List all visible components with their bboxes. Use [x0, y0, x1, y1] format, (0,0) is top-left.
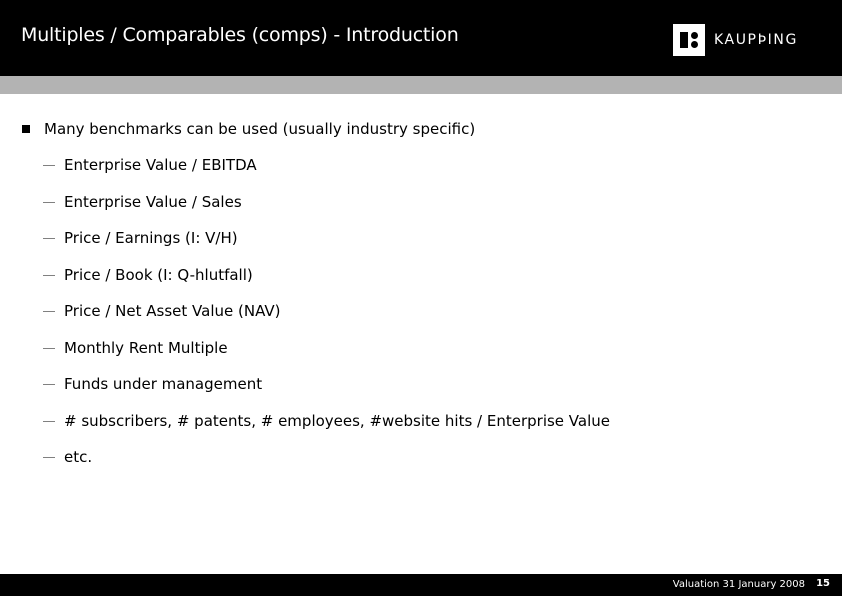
sub-bullet-item: Price / Net Asset Value (NAV) [43, 302, 281, 320]
square-bullet-icon [22, 125, 30, 133]
sub-bullet-text: Monthly Rent Multiple [64, 339, 228, 357]
dash-bullet-icon [43, 237, 55, 239]
dash-bullet-icon [43, 164, 55, 166]
page-number: 15 [816, 578, 830, 589]
sub-bullet-text: etc. [64, 448, 93, 466]
sub-bullet-item: Price / Earnings (I: V/H) [43, 229, 238, 247]
dash-bullet-icon [43, 274, 55, 276]
dash-bullet-icon [43, 201, 55, 203]
company-logo: KAUPÞING [673, 23, 798, 57]
sub-bullet-text: Price / Earnings (I: V/H) [64, 229, 238, 247]
sub-bullet-text: # subscribers, # patents, # employees, #… [64, 412, 610, 430]
sub-bullet-text: Price / Net Asset Value (NAV) [64, 302, 281, 320]
sub-bullet-item: Price / Book (I: Q-hlutfall) [43, 266, 253, 284]
sub-bullet-item: Monthly Rent Multiple [43, 339, 228, 357]
sub-bullet-item: etc. [43, 448, 92, 466]
dash-bullet-icon [43, 347, 55, 349]
sub-bullet-text: Price / Book (I: Q-hlutfall) [64, 266, 253, 284]
main-bullet-text: Many benchmarks can be used (usually ind… [44, 120, 476, 138]
dash-bullet-icon [43, 310, 55, 312]
sub-bullet-item: Enterprise Value / EBITDA [43, 156, 257, 174]
slide-header: Multiples / Comparables (comps) - Introd… [0, 0, 842, 76]
header-divider-band [0, 76, 842, 94]
footer-caption: Valuation 31 January 2008 [672, 579, 805, 590]
sub-bullet-item: Enterprise Value / Sales [43, 193, 242, 211]
sub-bullet-item: # subscribers, # patents, # employees, #… [43, 412, 610, 430]
slide-footer: Valuation 31 January 2008 15 [0, 574, 842, 596]
sub-bullet-text: Funds under management [64, 375, 263, 393]
slide-title: Multiples / Comparables (comps) - Introd… [21, 24, 459, 46]
dash-bullet-icon [43, 456, 55, 458]
logo-wordmark: KAUPÞING [714, 32, 798, 48]
dash-bullet-icon [43, 420, 55, 422]
main-bullet-item: Many benchmarks can be used (usually ind… [22, 120, 475, 138]
sub-bullet-text: Enterprise Value / EBITDA [64, 156, 257, 174]
dash-bullet-icon [43, 383, 55, 385]
kaupthing-logo-icon [673, 24, 705, 56]
sub-bullet-item: Funds under management [43, 375, 262, 393]
sub-bullet-text: Enterprise Value / Sales [64, 193, 242, 211]
